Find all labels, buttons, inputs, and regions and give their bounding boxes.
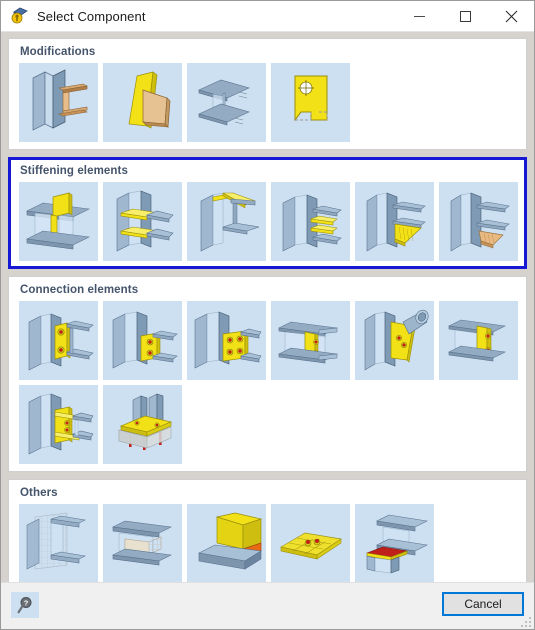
tile-stiffener-column-web-plates[interactable] <box>271 182 350 261</box>
title-bar: Select Component <box>1 1 534 32</box>
tile-connection-end-plate-2-bolts[interactable] <box>19 301 98 380</box>
tile-modification-plate-contour[interactable] <box>271 63 350 142</box>
component-icon <box>9 5 31 27</box>
group-stiffening-elements[interactable]: Stiffening elements <box>8 157 527 269</box>
tile-connection-tube-gusset[interactable] <box>355 301 434 380</box>
tile-modification-beam-notch[interactable] <box>187 63 266 142</box>
tile-stiffener-vertical-web-plate[interactable] <box>19 182 98 261</box>
tile-connection-double-beam-web-plate[interactable] <box>271 301 350 380</box>
help-magnifier-icon: ? <box>17 597 32 614</box>
tile-connection-moment-endplate[interactable] <box>19 385 98 464</box>
tile-stiffener-haunch-yellow[interactable] <box>355 182 434 261</box>
group-title-connection-elements: Connection elements <box>20 284 139 296</box>
tile-modification-beam-cut-to-column[interactable] <box>19 63 98 142</box>
svg-text:?: ? <box>24 599 29 608</box>
group-title-stiffening-elements: Stiffening elements <box>20 165 128 177</box>
tile-connection-fin-plate-2-bolts[interactable] <box>103 301 182 380</box>
close-icon <box>505 10 517 22</box>
dialog-footer: ? Cancel <box>1 582 534 629</box>
window-title: Select Component <box>37 8 146 24</box>
tile-grid-stiffening-elements <box>14 182 521 261</box>
tile-connection-base-plate-anchors[interactable] <box>103 385 182 464</box>
tile-grid-connection-elements <box>14 301 521 464</box>
tile-other-plate-with-bolts[interactable] <box>271 504 350 583</box>
maximize-icon <box>459 10 471 22</box>
resize-grip-icon[interactable] <box>519 615 531 627</box>
help-magnifier-button[interactable]: ? <box>11 592 39 618</box>
minimize-icon <box>413 15 425 17</box>
select-component-dialog: Select Component Modifications Stiffenin… <box>0 0 535 630</box>
tile-stiffener-top-flange-plate[interactable] <box>187 182 266 261</box>
close-button[interactable] <box>488 1 534 31</box>
group-connection-elements: Connection elements <box>8 276 527 472</box>
tile-connection-fin-plate-4-bolts[interactable] <box>187 301 266 380</box>
maximize-button[interactable] <box>442 1 488 31</box>
group-title-others: Others <box>20 487 58 499</box>
tile-stiffener-haunch-tan[interactable] <box>439 182 518 261</box>
group-title-modifications: Modifications <box>20 46 96 58</box>
tile-other-concrete-support[interactable] <box>355 504 434 583</box>
tile-other-weld-seam[interactable] <box>187 504 266 583</box>
tile-grid-others <box>14 504 521 583</box>
minimize-button[interactable] <box>396 1 442 31</box>
component-groups-container: Modifications Stiffening elements Connec… <box>1 32 534 583</box>
cancel-button[interactable]: Cancel <box>442 592 524 616</box>
group-others: Others <box>8 479 527 583</box>
tile-grid-modifications <box>14 63 521 142</box>
tile-modification-skewed-plate[interactable] <box>103 63 182 142</box>
tile-other-mesh-surface[interactable] <box>19 504 98 583</box>
group-modifications: Modifications <box>8 38 527 150</box>
tile-connection-column-web-angle[interactable] <box>439 301 518 380</box>
tile-stiffener-horizontal-column-plates[interactable] <box>103 182 182 261</box>
tile-other-mesh-volume[interactable] <box>103 504 182 583</box>
